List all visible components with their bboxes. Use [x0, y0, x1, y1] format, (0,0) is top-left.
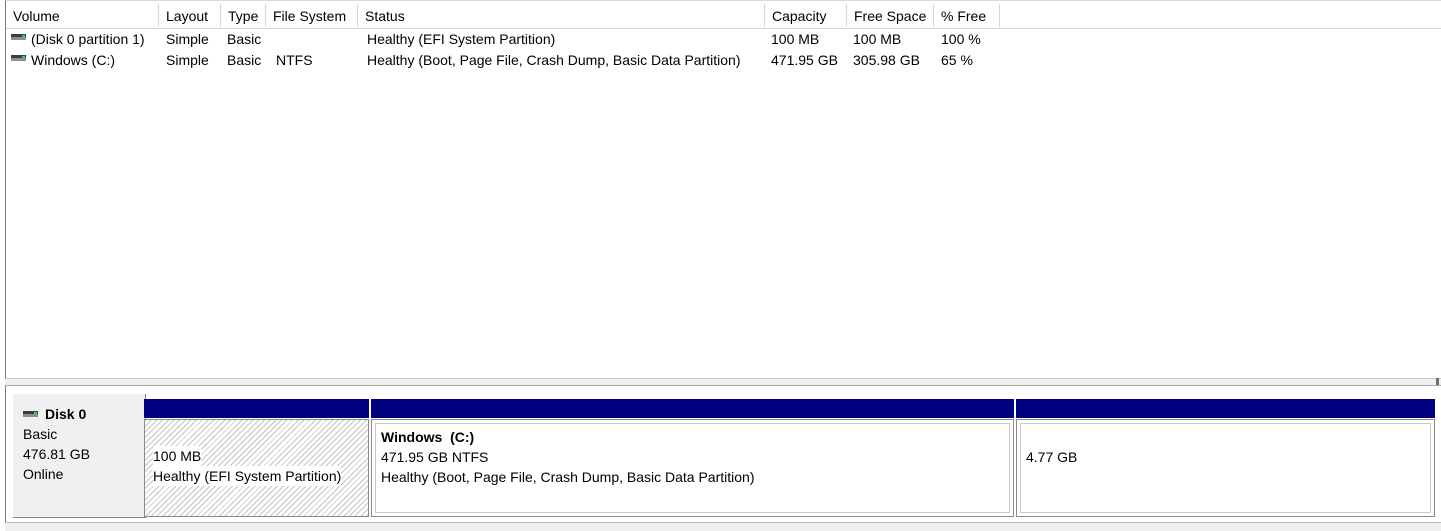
volume-name: Windows (C:) — [31, 52, 116, 68]
column-header-volume[interactable]: Volume — [6, 4, 159, 27]
volume-type: Basic — [227, 31, 262, 47]
column-header-percent-free[interactable]: % Free — [934, 4, 1000, 27]
bottom-border — [5, 522, 1441, 531]
volume-status: Healthy (Boot, Page File, Crash Dump, Ba… — [367, 52, 741, 68]
partition-title: Windows (C:) — [381, 429, 475, 445]
disk-type: Basic — [23, 426, 58, 442]
volume-free-space: 100 MB — [853, 31, 902, 47]
partition-size: 4.77 GB — [1026, 449, 1078, 465]
disk-size: 476.81 GB — [23, 446, 90, 462]
partition-body: 100 MB Healthy (EFI System Partition) — [144, 419, 369, 517]
splitter-grip — [1436, 378, 1439, 385]
volume-row[interactable]: Windows (C:) Simple Basic NTFS Healthy (… — [6, 50, 1441, 71]
partition-body: 4.77 GB — [1016, 419, 1435, 517]
volume-file-system: NTFS — [276, 52, 313, 68]
partition-header-bar — [371, 399, 1014, 418]
disk-info-panel[interactable]: Disk 0 Basic 476.81 GB Online — [13, 394, 146, 518]
volume-name: (Disk 0 partition 1) — [31, 31, 145, 47]
volume-percent-free: 100 % — [941, 31, 981, 47]
column-header-type[interactable]: Type — [221, 4, 266, 27]
volume-row[interactable]: (Disk 0 partition 1) Simple Basic Health… — [6, 29, 1441, 50]
partition-header-bar — [1016, 399, 1435, 418]
column-header-layout[interactable]: Layout — [159, 4, 221, 27]
volume-type: Basic — [227, 52, 262, 68]
drive-icon — [11, 34, 26, 41]
volume-percent-free: 65 % — [941, 52, 973, 68]
partition-size: 100 MB — [153, 446, 202, 466]
partition-unallocated[interactable]: 4.77 GB — [1016, 399, 1435, 517]
partition-status: Healthy (EFI System Partition) — [153, 466, 342, 486]
partition-size: 471.95 GB NTFS — [381, 449, 489, 465]
volume-layout: Simple — [166, 52, 209, 68]
partition-windows-c[interactable]: Windows (C:) 471.95 GB NTFS Healthy (Boo… — [371, 399, 1014, 517]
volume-free-space: 305.98 GB — [853, 52, 920, 68]
drive-icon — [11, 55, 26, 62]
column-header-status[interactable]: Status — [358, 4, 765, 27]
partition-header-bar — [144, 399, 369, 418]
volume-capacity: 100 MB — [771, 31, 820, 47]
column-header-free-space[interactable]: Free Space — [847, 4, 934, 27]
drive-icon — [23, 410, 38, 418]
volume-list[interactable]: Volume Layout Type File System Status Ca… — [5, 0, 1441, 378]
partition-title — [1026, 427, 1430, 447]
column-header-capacity[interactable]: Capacity — [765, 4, 847, 27]
partition-body: Windows (C:) 471.95 GB NTFS Healthy (Boo… — [371, 419, 1014, 517]
pane-splitter[interactable] — [5, 378, 1441, 386]
partition-status: Healthy (Boot, Page File, Crash Dump, Ba… — [381, 469, 755, 485]
partition-efi[interactable]: 100 MB Healthy (EFI System Partition) — [144, 399, 369, 517]
volume-layout: Simple — [166, 31, 209, 47]
partition-title — [153, 423, 365, 446]
volume-capacity: 471.95 GB — [771, 52, 838, 68]
volume-status: Healthy (EFI System Partition) — [367, 31, 556, 47]
disk-state: Online — [23, 466, 64, 482]
disk-name: Disk 0 — [45, 406, 87, 422]
column-header-file-system[interactable]: File System — [266, 4, 358, 27]
volume-list-header: Volume Layout Type File System Status Ca… — [6, 4, 1441, 29]
